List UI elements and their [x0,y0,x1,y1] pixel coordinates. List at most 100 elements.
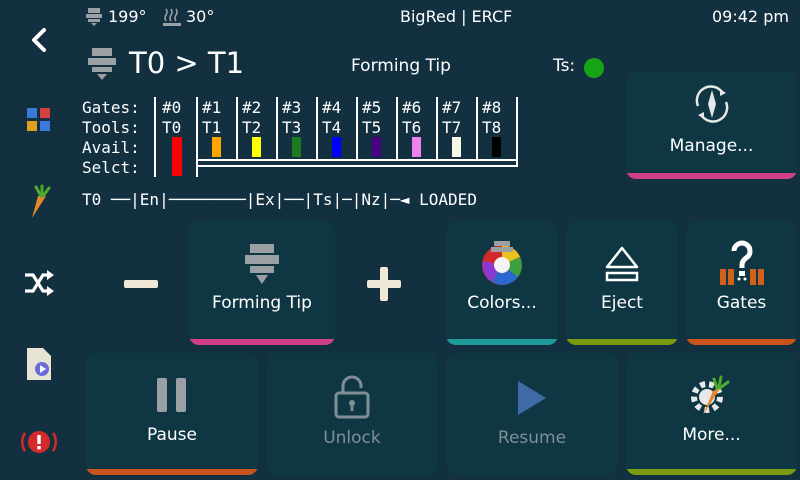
button-accent [86,469,258,475]
carrot-icon [32,184,51,218]
emergency-stop-button[interactable] [0,412,78,472]
filament-swatch [252,137,261,157]
pause-label: Pause [147,425,197,445]
unlock-button[interactable]: Unlock [266,353,438,475]
filament-swatch [292,137,301,157]
row-label-gates: Gates: [82,98,140,117]
unlock-label: Unlock [323,428,381,448]
more-label: More... [682,425,741,445]
unlock-icon [334,375,370,419]
filament-swatch [172,137,182,176]
gate-number: #2 [242,98,262,117]
tool-number: T7 [442,118,462,137]
filament-swatch [212,137,221,157]
back-button[interactable] [0,10,78,70]
bed-heat-icon [163,8,181,26]
happy-hare-button[interactable] [0,172,78,232]
play-icon [518,381,546,415]
gate-number: #4 [322,98,342,117]
tool-number: T8 [482,118,502,137]
filament-swatch [492,137,501,157]
button-accent [566,339,678,345]
pause-button[interactable]: Pause [86,353,258,475]
gate-column-3[interactable]: #3 T3 [280,97,320,175]
extruder-icon [86,8,102,26]
filament-swatch [372,137,381,157]
pause-icon [157,378,186,412]
plus-icon [367,267,401,301]
grid-menu-icon [27,108,50,131]
filament-path-status: T0 ──|En|────────|Ex|──|Ts|─|Nz|─◄ LOADE… [82,190,477,209]
gate-column-5[interactable]: #5 T5 [360,97,400,175]
row-label-avail: Avail: [82,138,140,157]
tool-number: T2 [242,118,262,137]
printer-title: BigRed | ERCF [400,7,513,26]
button-accent [626,173,797,179]
eject-button[interactable]: Eject [566,221,678,345]
decrease-button[interactable] [118,262,164,306]
gate-column-6[interactable]: #6 T6 [400,97,440,175]
resume-label: Resume [497,428,567,448]
gate-number: #3 [282,98,302,117]
file-play-icon [27,348,51,380]
manage-button[interactable]: Manage... [626,72,797,179]
tool-number: T6 [402,118,422,137]
shuffle-button[interactable] [0,253,78,313]
gate-number: #7 [442,98,462,117]
gates-button[interactable]: Gates [686,221,797,345]
ts-sensor-indicator [584,58,604,78]
gate-number: #5 [362,98,382,117]
emergency-stop-icon [21,431,57,453]
eject-icon [605,246,639,282]
eject-label: Eject [601,293,643,313]
gate-status-icon [720,240,764,285]
status-bar: 199° 30° BigRed | ERCF 09:42 pm [0,0,800,34]
filament-swatch [452,137,461,157]
row-label-selct: Selct: [82,158,140,177]
gates-label: Gates [716,293,767,313]
selector-dial-icon [695,85,729,123]
settings-carrot-icon [691,375,730,415]
chevron-left-icon [32,28,46,52]
extruder-icon [245,244,279,284]
bed-temp: 30° [186,7,215,26]
gate-column-2[interactable]: #2 T2 [240,97,280,175]
button-accent [189,339,335,345]
gate-row-labels: Gates: Tools: Avail: Selct: [82,98,140,178]
tool-number: T5 [362,118,382,137]
row-label-tools: Tools: [82,118,140,137]
gate-divider [154,97,156,177]
forming-tip-label: Forming Tip [212,293,312,313]
resume-button[interactable]: Resume [446,353,618,475]
gate-column-1[interactable]: #1 T1 [200,97,240,175]
colors-label: Colors... [467,293,537,313]
tool-change-title: T0 > T1 [129,46,245,80]
tool-number: T0 [162,118,182,137]
button-accent [626,469,797,475]
button-accent [686,339,797,345]
shuffle-icon [25,270,54,296]
print-job-button[interactable] [0,334,78,394]
tool-number: T1 [202,118,222,137]
gate-number: #6 [402,98,422,117]
extruder-temp: 199° [108,7,147,26]
gate-column-0[interactable]: #0 T0 [160,97,200,176]
main-menu-button[interactable] [0,90,78,150]
gate-number: #8 [482,98,502,117]
forming-tip-button[interactable]: Forming Tip [189,221,335,345]
tool-number: T3 [282,118,302,137]
minus-icon [124,280,158,288]
gate-column-4[interactable]: #4 T4 [320,97,360,175]
gate-column-8[interactable]: #8 T8 [480,97,520,175]
gate-column-7[interactable]: #7 T7 [440,97,480,175]
current-action: Forming Tip [351,56,451,76]
ts-label: Ts: [553,56,576,76]
button-accent [446,339,558,345]
tool-number: T4 [322,118,342,137]
filament-swatch [332,137,341,157]
gate-number: #0 [162,98,182,117]
extruder-icon [88,48,116,80]
more-button[interactable]: More... [626,353,797,475]
increase-button[interactable] [362,262,406,306]
colors-button[interactable]: Colors... [446,221,558,345]
